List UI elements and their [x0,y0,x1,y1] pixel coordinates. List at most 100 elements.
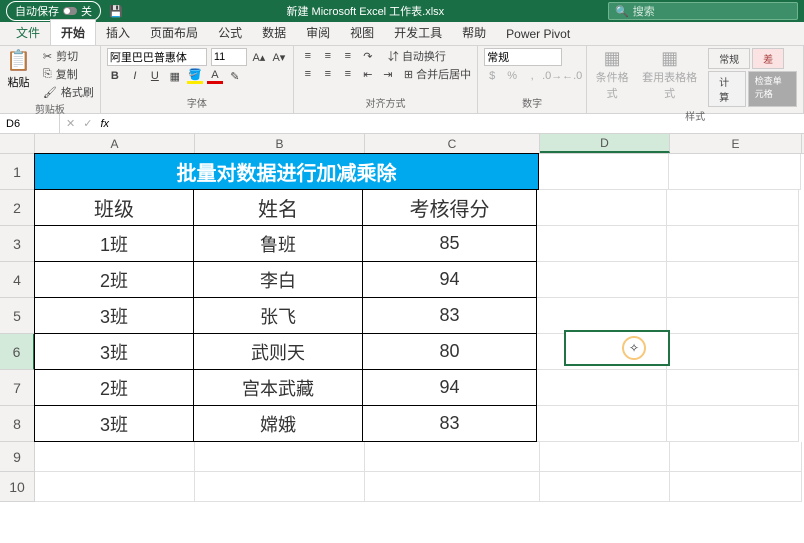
cell-b4[interactable]: 李白 [193,261,363,298]
cell-a6[interactable]: 3班 [34,333,194,370]
cond-format-icon[interactable]: ▦ [593,48,631,69]
cell-d5[interactable] [537,298,667,334]
cell-b10[interactable] [195,472,365,502]
cell-a8[interactable]: 3班 [34,405,194,442]
comma-icon[interactable]: , [524,68,540,84]
confirm-icon[interactable]: ✓ [83,117,92,130]
cell-b3[interactable]: 鲁班 [193,225,363,262]
cell-e9[interactable] [670,442,802,472]
align-center-icon[interactable]: ≡ [320,66,336,82]
italic-icon[interactable]: I [127,68,143,84]
col-header-d[interactable]: D [540,134,670,153]
align-middle-icon[interactable]: ≡ [320,48,336,64]
cell-a4[interactable]: 2班 [34,261,194,298]
cell-a9[interactable] [35,442,195,472]
col-header-a[interactable]: A [35,134,195,153]
table-format-icon[interactable]: ▦ [641,48,698,69]
indent-inc-icon[interactable]: ⇥ [380,66,396,82]
fill-color-icon[interactable]: 🪣 [187,68,203,84]
save-icon[interactable]: 💾 [109,5,123,18]
table-title-cell[interactable]: 批量对数据进行加减乘除 [34,153,539,190]
cell-d10[interactable] [540,472,670,502]
underline-icon[interactable]: U [147,68,163,84]
tab-help[interactable]: 帮助 [452,20,496,45]
cell-c5[interactable]: 83 [362,297,537,334]
autosave-toggle[interactable]: 自动保存 关 [6,1,101,21]
cell-d3[interactable] [537,226,667,262]
cell-d7[interactable] [537,370,667,406]
tab-review[interactable]: 审阅 [296,20,340,45]
select-all-corner[interactable] [0,134,35,153]
phonetic-icon[interactable]: ✎ [227,68,243,84]
row-header-10[interactable]: 10 [0,472,35,502]
font-size-select[interactable] [211,48,247,66]
tab-data[interactable]: 数据 [252,20,296,45]
row-header-6[interactable]: 6 [0,334,35,370]
cell-c6[interactable]: 80 [362,333,537,370]
cell-c9[interactable] [365,442,540,472]
row-header-7[interactable]: 7 [0,370,35,406]
cell-d9[interactable] [540,442,670,472]
tab-powerpivot[interactable]: Power Pivot [496,23,580,45]
cell-d1[interactable] [539,154,669,190]
currency-icon[interactable]: $ [484,68,500,84]
cell-b8[interactable]: 嫦娥 [193,405,363,442]
align-left-icon[interactable]: ≡ [300,66,316,82]
orientation-icon[interactable]: ↷ [360,48,376,64]
tab-home[interactable]: 开始 [50,19,96,45]
tab-layout[interactable]: 页面布局 [140,20,208,45]
cell-a5[interactable]: 3班 [34,297,194,334]
col-header-c[interactable]: C [365,134,540,153]
increase-decimal-icon[interactable]: .0→ [544,68,560,84]
row-header-5[interactable]: 5 [0,298,35,334]
row-header-2[interactable]: 2 [0,190,35,226]
cell-e7[interactable] [667,370,799,406]
cell-a10[interactable] [35,472,195,502]
cell-d6[interactable] [537,334,667,370]
col-header-e[interactable]: E [670,134,802,153]
cell-e1[interactable] [669,154,801,190]
col-header-b[interactable]: B [195,134,365,153]
border-icon[interactable]: ▦ [167,68,183,84]
copy-button[interactable]: ⎘复制 [43,66,94,82]
tab-insert[interactable]: 插入 [96,20,140,45]
style-calc[interactable]: 计算 [708,71,746,107]
tab-file[interactable]: 文件 [6,20,50,45]
cell-a3[interactable]: 1班 [34,225,194,262]
cut-button[interactable]: ✂剪切 [43,48,94,64]
cell-c10[interactable] [365,472,540,502]
font-color-icon[interactable]: A [207,68,223,84]
tab-dev[interactable]: 开发工具 [384,20,452,45]
cell-d8[interactable] [537,406,667,442]
tab-view[interactable]: 视图 [340,20,384,45]
cell-d4[interactable] [537,262,667,298]
font-name-select[interactable] [107,48,207,66]
cell-c8[interactable]: 83 [362,405,537,442]
row-header-8[interactable]: 8 [0,406,35,442]
cell-a7[interactable]: 2班 [34,369,194,406]
row-header-9[interactable]: 9 [0,442,35,472]
cell-c7[interactable]: 94 [362,369,537,406]
header-class[interactable]: 班级 [34,189,194,226]
cell-e8[interactable] [667,406,799,442]
cell-c3[interactable]: 85 [362,225,537,262]
tab-formulas[interactable]: 公式 [208,20,252,45]
cell-e3[interactable] [667,226,799,262]
header-name[interactable]: 姓名 [193,189,363,226]
cell-e4[interactable] [667,262,799,298]
paste-button[interactable]: 粘贴 [7,74,29,90]
row-header-4[interactable]: 4 [0,262,35,298]
search-input[interactable]: 🔍 搜索 [608,2,798,20]
cell-e6[interactable] [667,334,799,370]
cancel-icon[interactable]: ✕ [66,117,75,130]
bold-icon[interactable]: B [107,68,123,84]
cell-e10[interactable] [670,472,802,502]
cell-b6[interactable]: 武则天 [193,333,363,370]
cell-e2[interactable] [667,190,799,226]
increase-font-icon[interactable]: A▴ [251,49,267,65]
cell-c4[interactable]: 94 [362,261,537,298]
merge-center-button[interactable]: ⊞ 合并后居中 [404,66,471,82]
cell-e5[interactable] [667,298,799,334]
wrap-text-button[interactable]: ⇵ 自动换行 [388,48,446,64]
grid-area[interactable]: A B C D E 1 批量对数据进行加减乘除 2 班级 姓名 考核得分 3 1… [0,134,804,543]
